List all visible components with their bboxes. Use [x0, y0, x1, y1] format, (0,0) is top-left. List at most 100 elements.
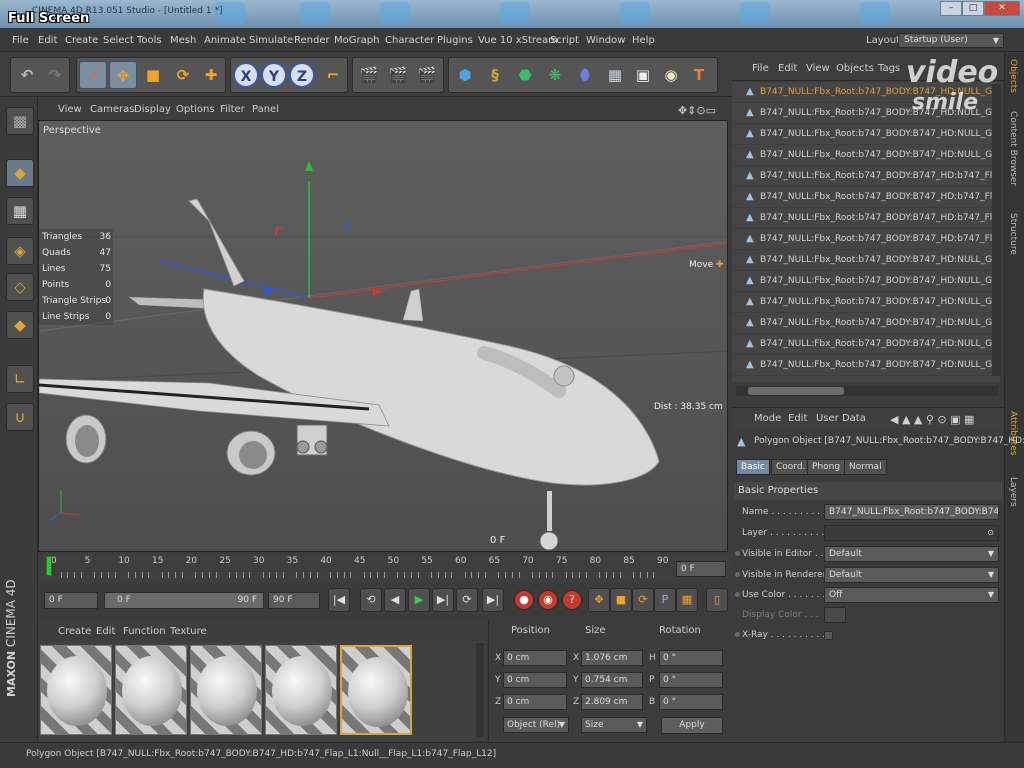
apply-button[interactable]: Apply	[661, 717, 723, 734]
tab-structure[interactable]: Structure	[1008, 213, 1018, 255]
record-pla-icon[interactable]: ▦	[676, 588, 698, 612]
objects-menu-file[interactable]: File	[752, 63, 769, 74]
attr-menu-user-data[interactable]: User Data	[816, 413, 866, 424]
coordinate-mode-select[interactable]: Object (Rel) ▼	[503, 717, 569, 733]
size-y-field[interactable]: 0.754 cm	[581, 672, 643, 688]
tab-content-browser[interactable]: Content Browser	[1008, 111, 1018, 186]
size-mode-select[interactable]: Size ▼	[581, 717, 647, 733]
attr-nav-icons[interactable]: ◀ ▲ ▲ ⚲ ⊙ ▣ ▦	[890, 413, 974, 426]
object-list-item[interactable]: ▲ B747_NULL:Fbx_Root:b747_BODY:B747_HD:NU…	[732, 250, 1000, 271]
viewport-menu-options[interactable]: Options	[176, 104, 215, 115]
viewport-menu-view[interactable]: View	[58, 104, 82, 115]
camera-icon[interactable]: ▣	[629, 61, 657, 89]
size-x-field[interactable]: 1.076 cm	[581, 650, 643, 666]
move-tool-icon[interactable]: ✥	[109, 61, 137, 89]
menu-character[interactable]: Character	[385, 35, 434, 46]
menu-window[interactable]: Window	[586, 35, 625, 46]
objects-menu-edit[interactable]: Edit	[778, 63, 797, 74]
position-z-field[interactable]: 0 cm	[503, 694, 567, 710]
play-icon[interactable]: ▶	[408, 588, 430, 612]
tab-attributes[interactable]: Attributes	[1008, 411, 1018, 455]
polygons-mode-icon[interactable]: ◆	[6, 311, 34, 339]
menu-plugins[interactable]: Plugins	[437, 35, 473, 46]
object-list-item[interactable]: ▲ B747_NULL:Fbx_Root:b747_BODY:B747_HD:NU…	[732, 124, 1000, 145]
undo-icon[interactable]: ↶	[13, 61, 41, 89]
layout-select[interactable]: Startup (User) ▼	[898, 33, 1004, 48]
frame-range-slider[interactable]: 0 F 90 F	[104, 592, 264, 609]
record-rotation-icon[interactable]: ⟳	[632, 588, 654, 612]
menu-select[interactable]: Select	[103, 35, 134, 46]
display-color-swatch[interactable]	[824, 607, 846, 623]
menu-animate[interactable]: Animate	[204, 35, 246, 46]
rotation-p-field[interactable]: 0 °	[659, 672, 723, 688]
go-to-end-icon[interactable]: ▶|	[482, 588, 504, 612]
record-scale-icon[interactable]: ■	[610, 588, 632, 612]
object-list-item[interactable]: ▲ B747_NULL:Fbx_Root:b747_BODY:B747_HD:b7…	[732, 187, 1000, 208]
current-frame-field[interactable]: 0 F	[676, 561, 726, 577]
tag-icon[interactable]: T	[685, 61, 713, 89]
material-swatch-selected[interactable]	[340, 645, 412, 735]
next-frame-icon[interactable]: ▶|	[432, 588, 454, 612]
object-list-hscroll[interactable]	[736, 386, 998, 396]
record-position-icon[interactable]: ✥	[588, 588, 610, 612]
floor-icon[interactable]: ▦	[601, 61, 629, 89]
object-list-item[interactable]: ▲ B747_NULL:Fbx_Root:b747_BODY:B747_HD:NU…	[732, 145, 1000, 166]
render-picture-viewer-icon[interactable]: 🎬	[384, 61, 412, 89]
position-y-field[interactable]: 0 cm	[503, 672, 567, 688]
rotation-h-field[interactable]: 0 °	[659, 650, 723, 666]
size-z-field[interactable]: 2.809 cm	[581, 694, 643, 710]
material-menu-function[interactable]: Function	[123, 626, 166, 637]
tab-basic[interactable]: Basic	[736, 459, 770, 475]
rotate-tool-icon[interactable]: ⟳	[169, 61, 197, 89]
xray-checkbox[interactable]	[824, 631, 833, 640]
object-list-item[interactable]: ▲ B747_NULL:Fbx_Root:b747_BODY:B747_HD:NU…	[732, 292, 1000, 313]
use-color-select[interactable]: Off ▼	[824, 587, 999, 603]
deformer-icon[interactable]: ⬮	[571, 61, 599, 89]
viewport-menu-display[interactable]: Display	[134, 104, 171, 115]
array-icon[interactable]: ❋	[541, 61, 569, 89]
edges-mode-icon[interactable]: ◇	[6, 273, 34, 301]
model-mode-icon[interactable]: ◆	[6, 159, 34, 187]
object-list-item[interactable]: ▲ B747_NULL:Fbx_Root:b747_BODY:B747_HD:NU…	[732, 334, 1000, 355]
position-x-field[interactable]: 0 cm	[503, 650, 567, 666]
material-menu-texture[interactable]: Texture	[170, 626, 207, 637]
start-frame-field[interactable]: 0 F	[44, 592, 98, 609]
material-swatch[interactable]	[40, 645, 112, 735]
viewport-menu-cameras[interactable]: Cameras	[90, 104, 134, 115]
tab-normal[interactable]: Normal	[844, 459, 887, 475]
make-editable-icon[interactable]: ▩	[6, 107, 34, 135]
live-selection-icon[interactable]: ➚	[79, 61, 107, 89]
name-field[interactable]: B747_NULL:Fbx_Root:b747_BODY:B747_H	[824, 504, 999, 520]
viewport-menu-panel[interactable]: Panel	[252, 104, 279, 115]
close-button[interactable]: ✕	[984, 1, 1020, 16]
y-axis-lock-button[interactable]: Y	[261, 62, 287, 88]
menu-file[interactable]: File	[12, 35, 29, 46]
material-menu-create[interactable]: Create	[58, 626, 91, 637]
timeline-ruler[interactable]: 0 5 10 15 20 25 30 35 40 45 50 55 60 65 70 75 80 85 90	[38, 554, 730, 582]
next-key-icon[interactable]: ⟳	[456, 588, 478, 612]
menu-vue-xstream[interactable]: Vue 10 xStream	[478, 35, 558, 46]
interpolation-icon[interactable]: ▯	[706, 588, 728, 612]
object-list-vscroll[interactable]	[992, 84, 1001, 376]
menu-tools[interactable]: Tools	[137, 35, 162, 46]
perspective-viewport[interactable]: r r Perspective Triangles 36 Quads 47 Li…	[38, 120, 728, 552]
tab-phong[interactable]: Phong	[807, 459, 846, 475]
recent-tools-icon[interactable]: ✚	[197, 61, 225, 89]
material-swatch[interactable]	[115, 645, 187, 735]
x-axis-lock-button[interactable]: X	[233, 62, 259, 88]
menu-create[interactable]: Create	[65, 35, 98, 46]
menu-help[interactable]: Help	[632, 35, 655, 46]
minimize-button[interactable]: –	[940, 1, 962, 16]
coordinate-system-icon[interactable]: ⌐	[319, 61, 347, 89]
material-menu-edit[interactable]: Edit	[96, 626, 115, 637]
previous-key-icon[interactable]: ⟲	[360, 588, 382, 612]
render-view-icon[interactable]: 🎬	[355, 61, 383, 89]
keyframe-selection-icon[interactable]: ?	[562, 590, 582, 610]
viewport-nav-icons[interactable]: ✥⇕⊙▭	[678, 104, 716, 117]
material-swatch[interactable]	[265, 645, 337, 735]
axis-mode-icon[interactable]: ∟	[6, 365, 34, 393]
snap-magnet-icon[interactable]: ∪	[6, 403, 34, 431]
spline-icon[interactable]: §	[481, 61, 509, 89]
visible-in-editor-select[interactable]: Default ▼	[824, 546, 999, 562]
texture-mode-icon[interactable]: ▦	[6, 197, 34, 225]
